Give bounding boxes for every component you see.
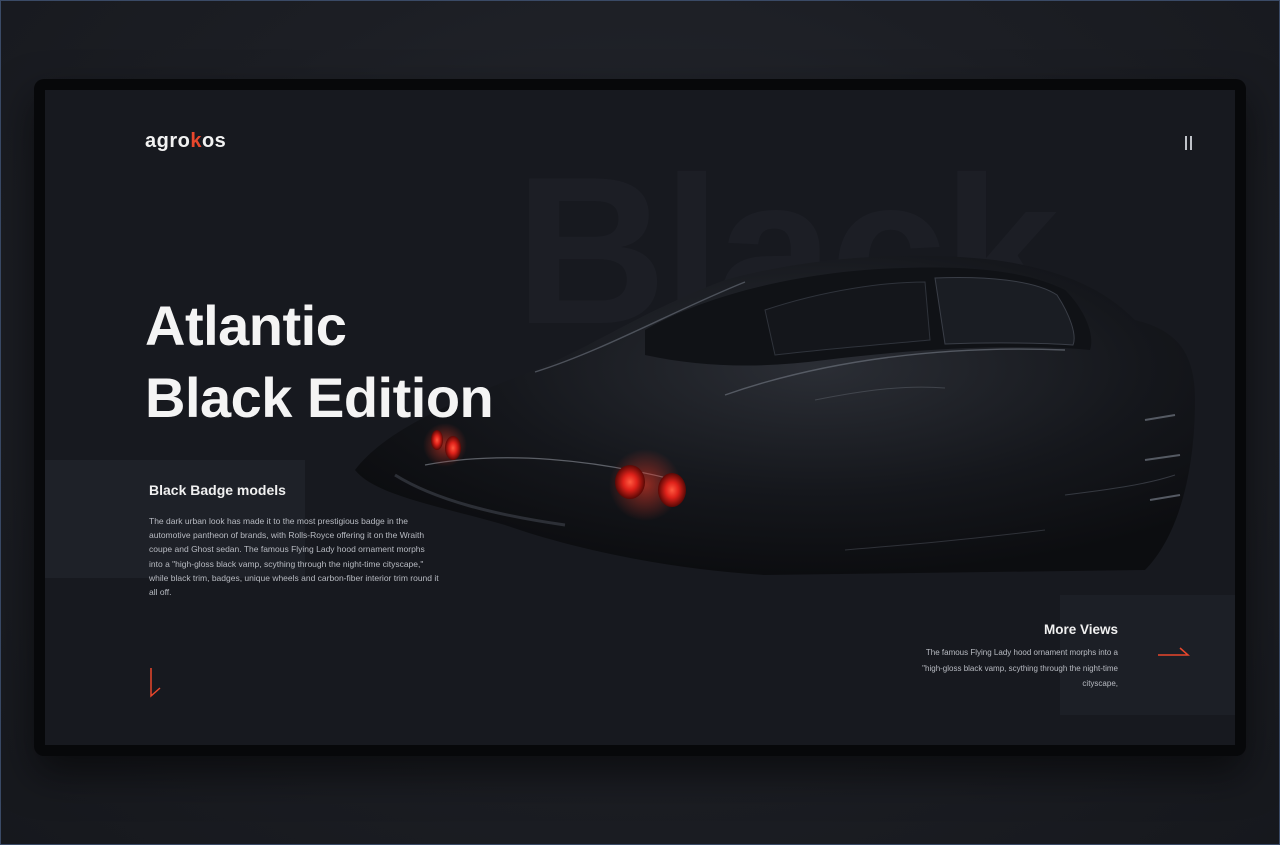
logo-text-prefix: agro	[145, 130, 191, 152]
badge-heading: Black Badge models	[149, 482, 286, 498]
hero-title-line2: Black Edition	[145, 366, 494, 429]
arrow-down-icon[interactable]	[145, 666, 165, 700]
hero-title: Atlantic Black Edition	[145, 290, 494, 434]
logo-text-accent: k	[190, 130, 202, 152]
brand-logo[interactable]: agrokos	[145, 130, 226, 153]
more-views-description: The famous Flying Lady hood ornament mor…	[922, 648, 1118, 688]
presentation-background: Black agrokos Atlantic Black Edition Bla…	[0, 0, 1280, 845]
more-views-heading[interactable]: More Views	[985, 622, 1118, 637]
menu-icon[interactable]	[1185, 136, 1193, 150]
hero-title-line1: Atlantic	[145, 294, 347, 357]
badge-description: The dark urban look has made it to the m…	[149, 516, 439, 598]
logo-text-suffix: os	[201, 130, 227, 152]
arrow-right-icon[interactable]	[1157, 646, 1191, 660]
landing-page: Black agrokos Atlantic Black Edition Bla…	[45, 90, 1235, 745]
